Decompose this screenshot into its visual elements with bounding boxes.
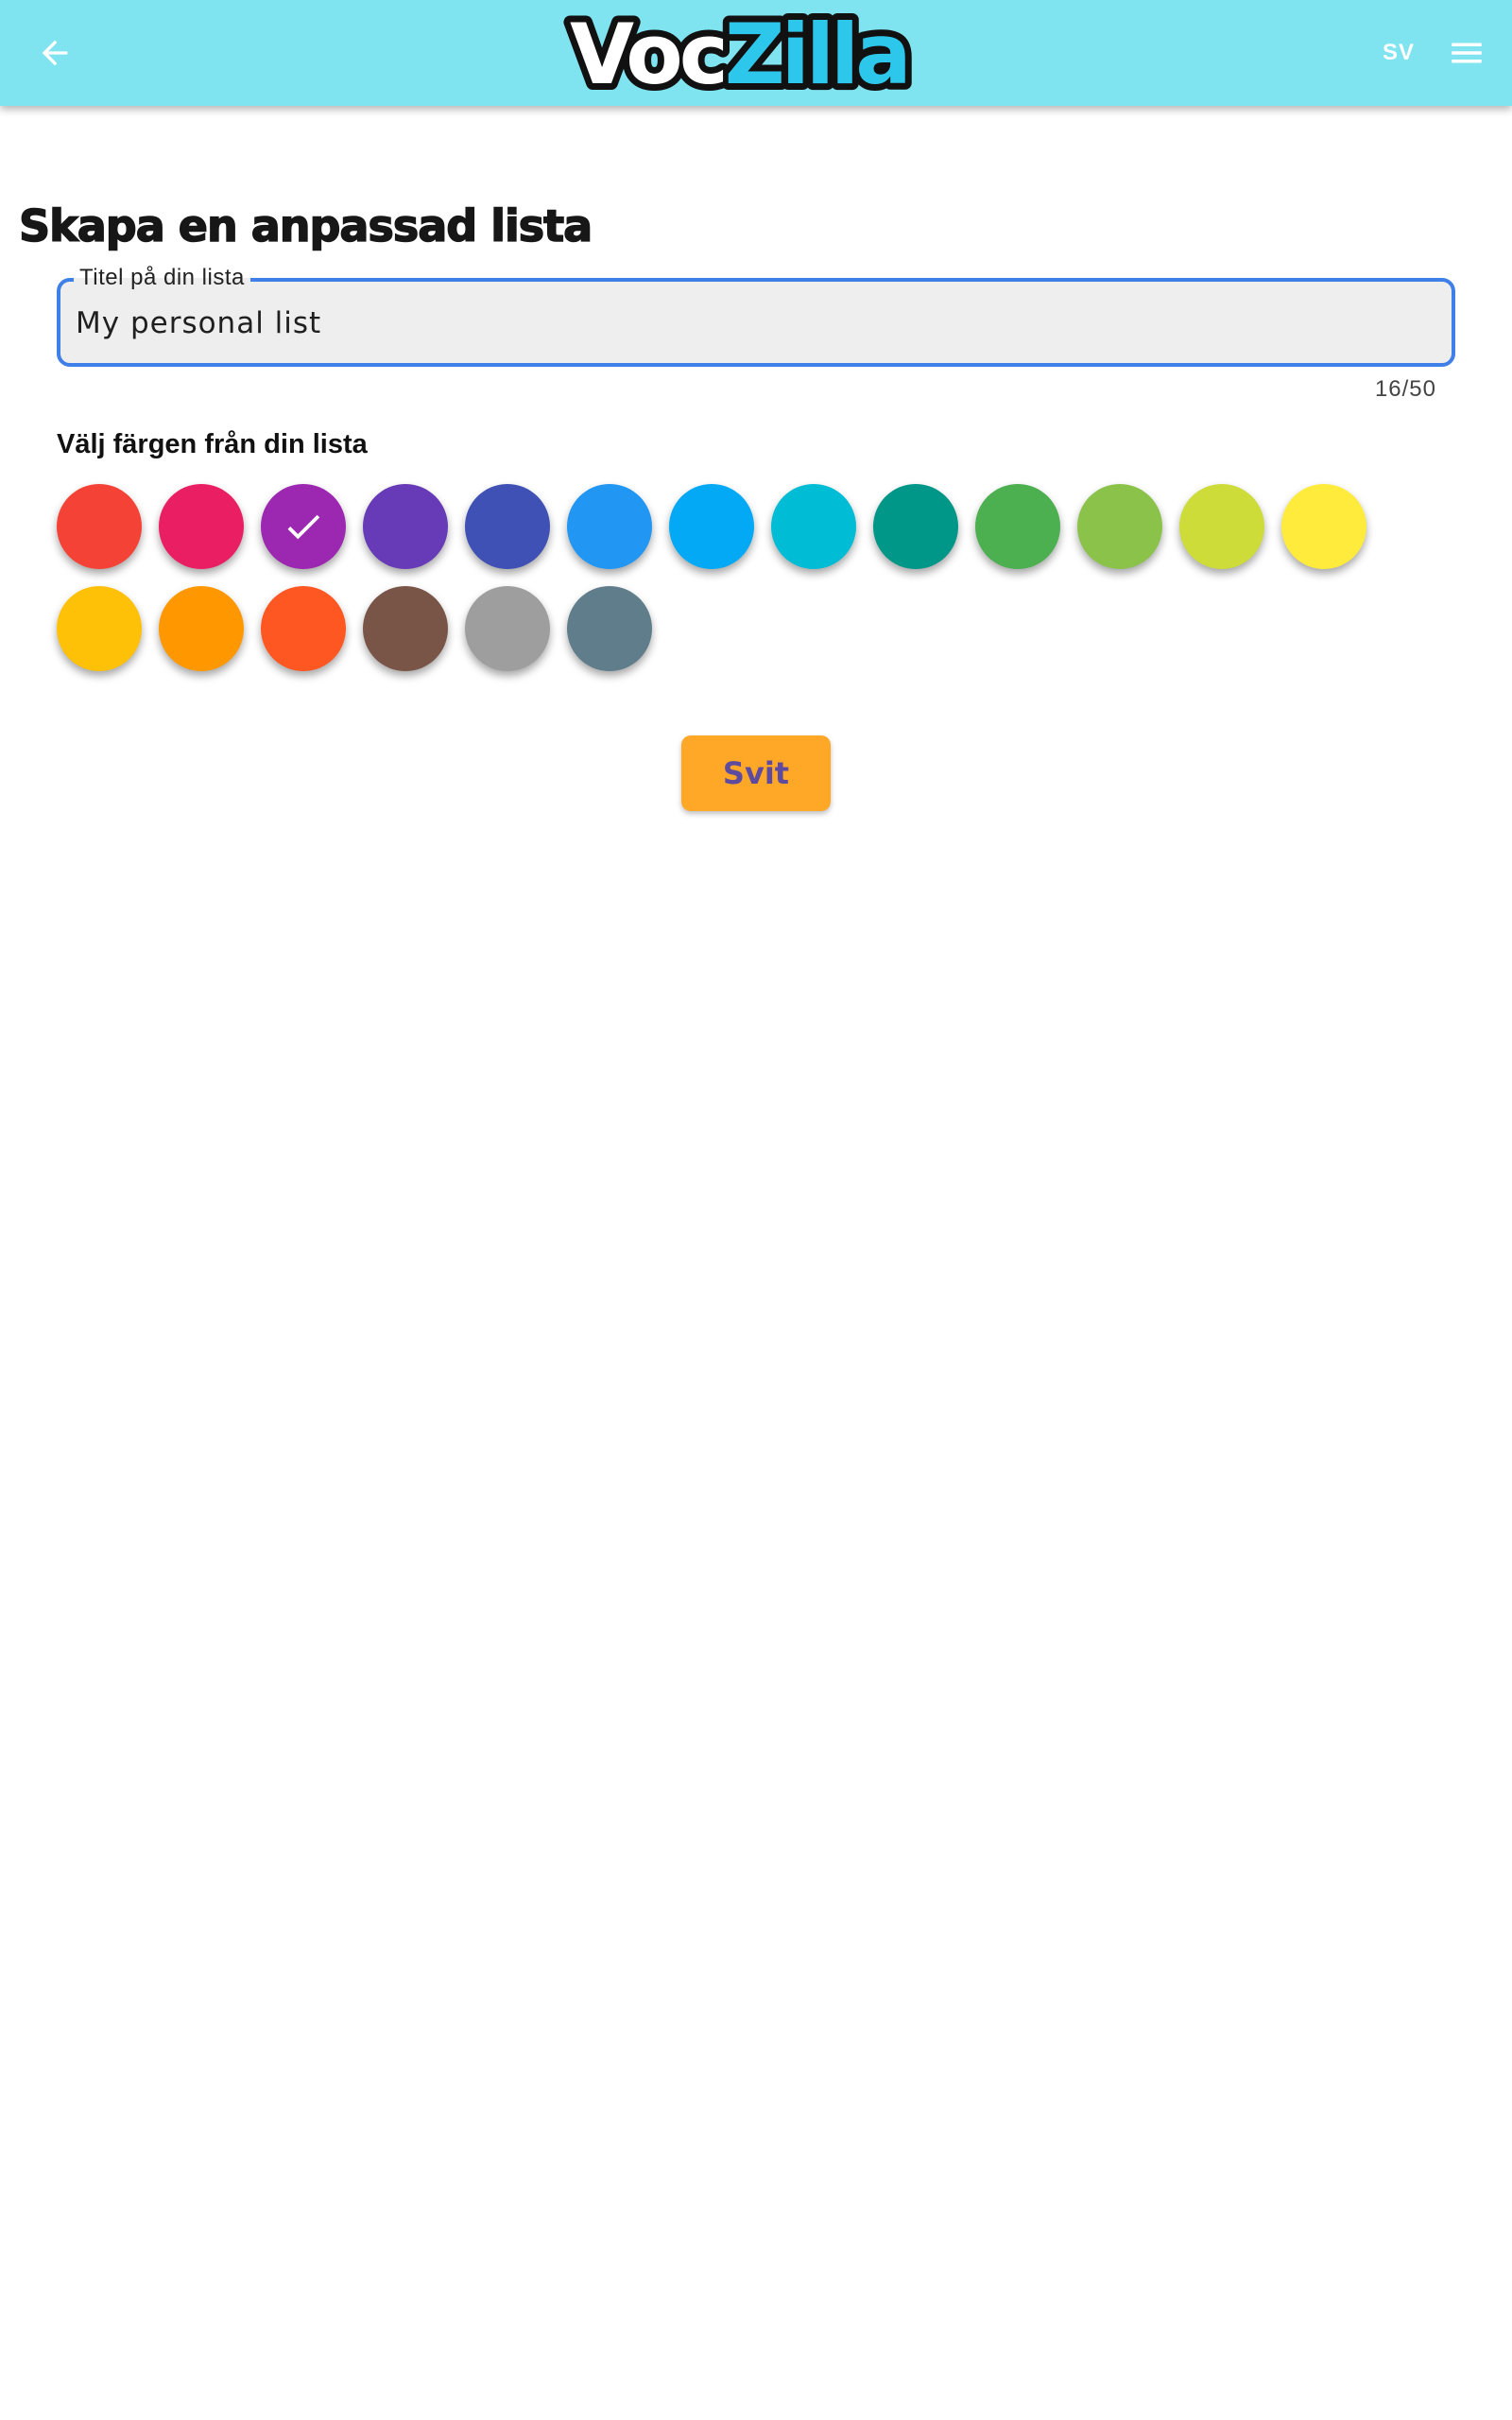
character-counter: 16/50 [1374,376,1436,402]
color-swatch[interactable] [363,484,448,569]
arrow-back-icon [42,40,68,66]
color-picker-heading: Välj färgen från din lista [57,429,368,459]
color-swatch[interactable] [567,484,652,569]
color-swatch[interactable] [57,586,142,671]
color-swatch[interactable] [159,586,244,671]
list-title-field[interactable]: Titel på din lista [57,265,1455,367]
submit-button[interactable]: Svit [681,735,831,811]
color-swatch[interactable] [465,484,550,569]
color-swatch[interactable] [567,586,652,671]
menu-button[interactable] [1433,19,1501,87]
svg-text:VocZilla: VocZilla [570,6,908,100]
language-selector[interactable]: SV [1370,34,1427,72]
logo-wordmark: VocZilla VocZilla [563,6,919,100]
voczilla-logo: VocZilla VocZilla [562,6,950,100]
page-title: Skapa en anpassad lista [18,199,593,252]
app-bar: VocZilla VocZilla SV [0,0,1512,106]
color-swatch[interactable] [57,484,142,569]
color-swatch[interactable] [159,484,244,569]
color-swatch[interactable] [363,586,448,671]
check-icon [287,514,320,540]
hamburger-menu-icon [1452,43,1482,63]
color-swatch[interactable] [975,484,1060,569]
list-title-label: Titel på din lista [74,265,250,291]
back-button[interactable] [21,19,89,87]
color-swatch[interactable] [771,484,856,569]
list-title-input[interactable] [76,299,1427,348]
color-swatch[interactable] [465,586,550,671]
color-swatch[interactable] [1179,484,1264,569]
color-swatch[interactable] [669,484,754,569]
color-swatch[interactable] [873,484,958,569]
color-swatch[interactable] [261,586,346,671]
color-swatch[interactable] [261,484,346,569]
color-swatch[interactable] [1077,484,1162,569]
color-swatch[interactable] [1281,484,1366,569]
